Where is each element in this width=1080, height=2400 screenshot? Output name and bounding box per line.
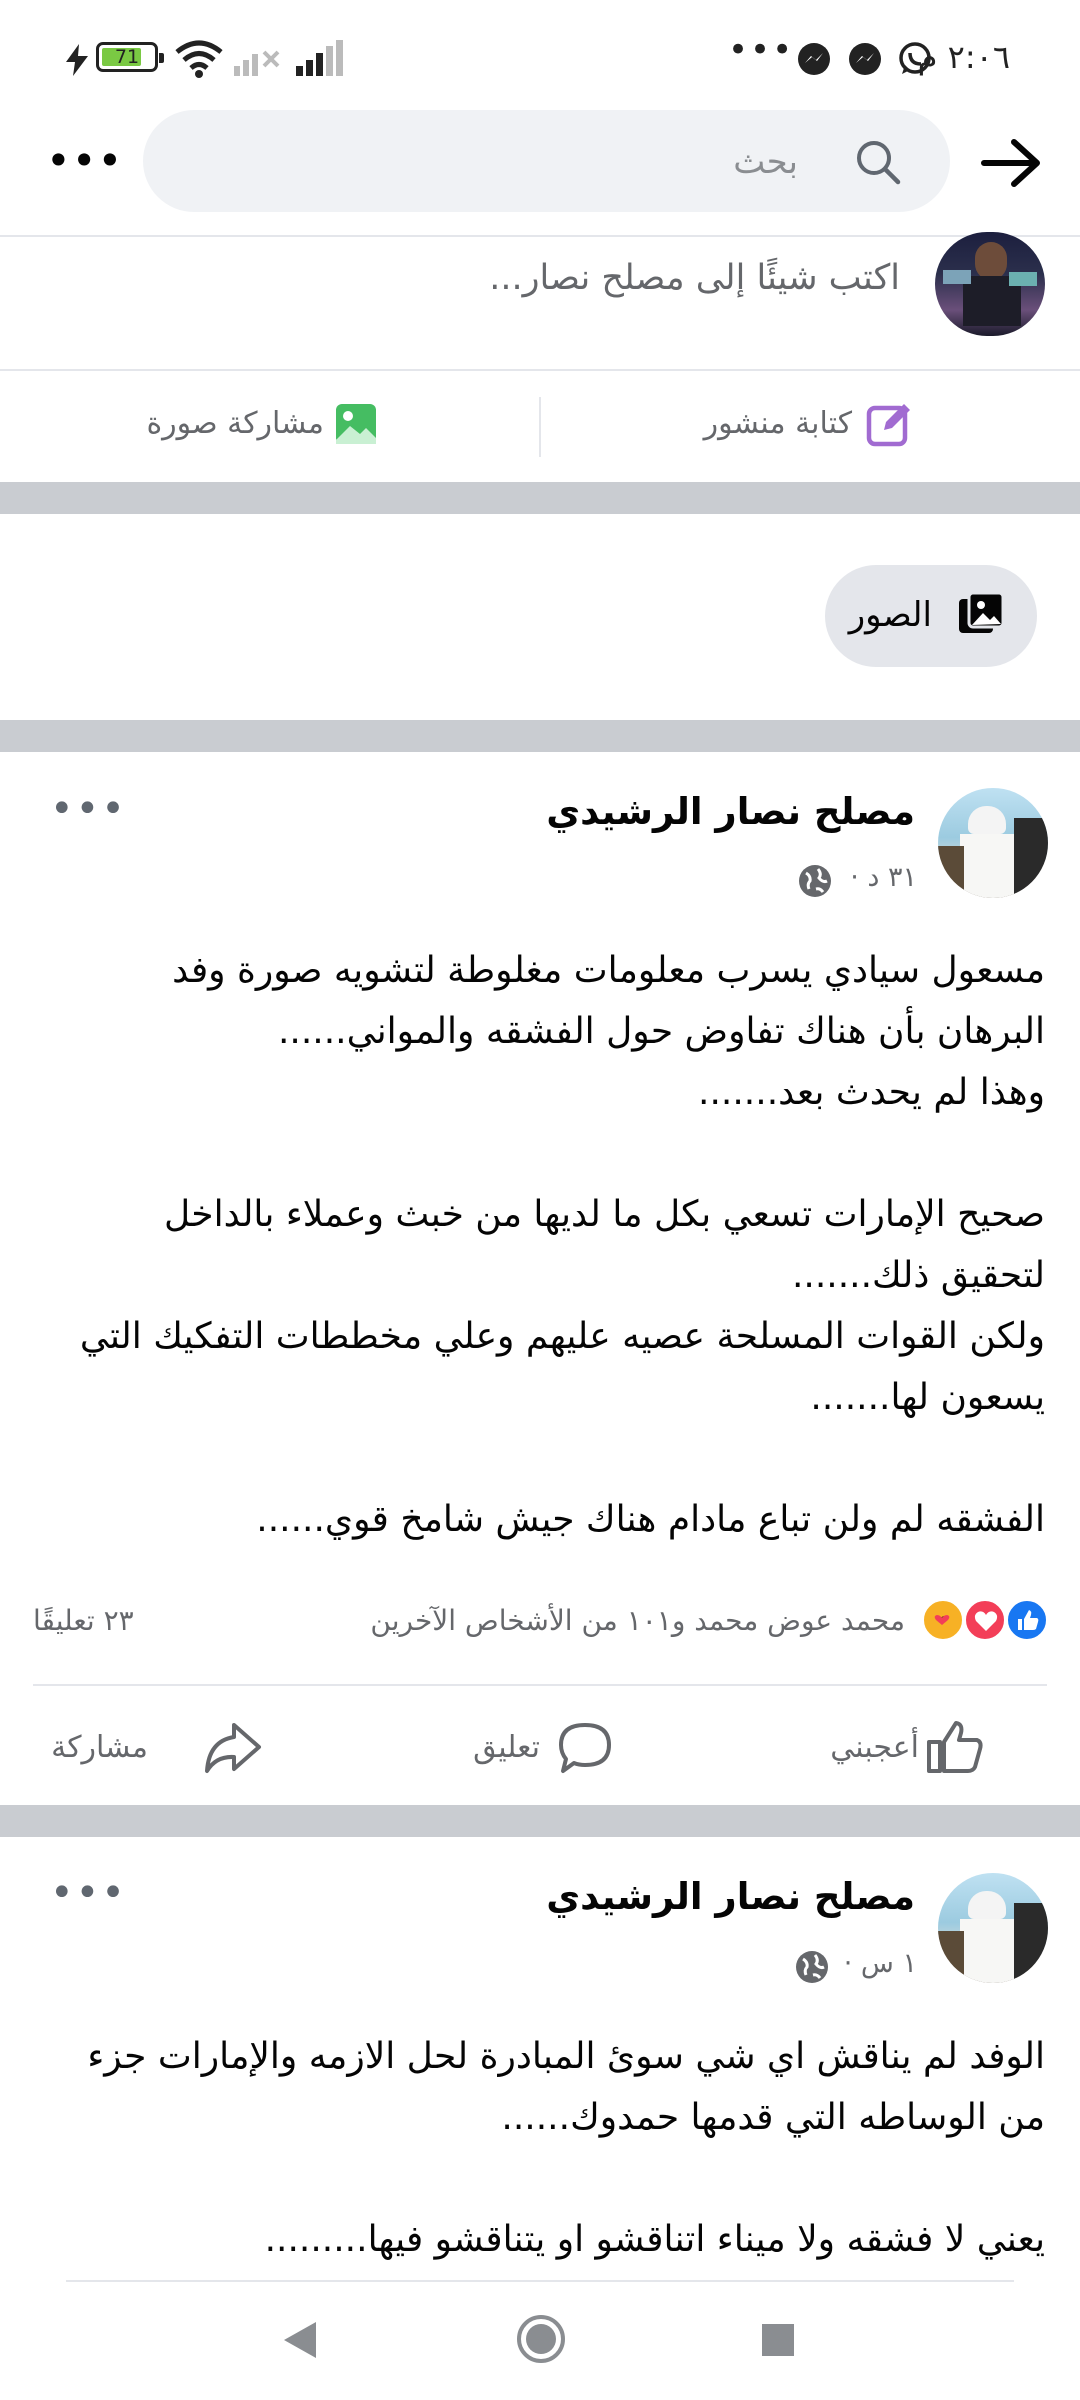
love-reaction-icon (963, 1598, 1007, 1642)
more-options-icon[interactable]: ••• (46, 136, 123, 185)
action-separator (539, 397, 541, 457)
share-label: مشاركة (51, 1730, 148, 1765)
write-post-label: كتابة منشور (703, 406, 852, 441)
home-nav-icon[interactable] (516, 2314, 566, 2364)
post-actions-divider (33, 1684, 1047, 1686)
post-text: الوفد لم يناقش اي شي سوئ المبادرة لحل ال… (87, 2036, 1045, 2260)
comment-button[interactable]: تعليق (360, 1690, 720, 1800)
photos-label: الصور (848, 595, 932, 635)
status-bar: 71 ••• ٢:٠٦ م (0, 0, 1080, 110)
search-input[interactable] (236, 110, 800, 214)
share-button[interactable]: مشاركة (0, 1690, 360, 1800)
composer-divider (0, 369, 1080, 371)
comment-label: تعليق (473, 1730, 540, 1765)
recents-nav-icon[interactable] (760, 2322, 796, 2358)
edit-icon (866, 404, 910, 447)
wifi-icon (175, 40, 223, 78)
clock: ٢:٠٦ م (917, 38, 1010, 76)
more-notifications-icon: ••• (728, 30, 795, 70)
back-nav-icon[interactable] (282, 2320, 318, 2360)
top-app-bar: ••• (0, 110, 1080, 237)
section-divider-2 (0, 720, 1080, 752)
search-bar[interactable] (143, 110, 950, 214)
reactions-summary[interactable]: محمد عوض محمد و١٠١ من الأشخاص الآخرين (370, 1604, 905, 1637)
post-timestamp[interactable]: ١ س · (844, 1948, 917, 1979)
battery-level: 71 (114, 46, 140, 68)
like-icon (927, 1721, 983, 1773)
author-name[interactable]: مصلح نصار الرشيدي (546, 790, 915, 833)
signal-icon (296, 40, 343, 76)
globe-icon (796, 1951, 828, 1983)
share-photo-label: مشاركة صورة (146, 406, 324, 441)
profile-avatar[interactable] (935, 232, 1045, 336)
composer-placeholder[interactable]: اكتب شيئًا إلى مصلح نصار... (489, 258, 900, 298)
like-button[interactable]: أعجبني (720, 1690, 1080, 1800)
messenger-icon (798, 43, 830, 75)
post-options-icon[interactable]: ••• (50, 786, 127, 832)
globe-icon (799, 865, 831, 897)
author-avatar[interactable] (938, 788, 1048, 898)
nav-top-line (66, 2280, 1014, 2282)
section-divider-3 (0, 1805, 1080, 1837)
battery-icon: 71 (96, 42, 164, 72)
signal-off-icon (234, 50, 280, 76)
comment-icon (559, 1723, 611, 1773)
photo-icon (336, 404, 376, 444)
system-navigation-bar (0, 2280, 1080, 2400)
share-photo-button[interactable]: مشاركة صورة (0, 372, 538, 480)
share-icon (205, 1723, 261, 1773)
post-options-icon[interactable]: ••• (50, 1870, 127, 1916)
messenger-icon-2 (849, 43, 881, 75)
search-icon (857, 141, 901, 185)
back-arrow-icon[interactable] (980, 138, 1042, 188)
post-text: مسعول سيادي يسرب معلومات مغلوطة لتشويه ص… (79, 950, 1045, 1540)
post-timestamp[interactable]: ٣١ د · (850, 862, 917, 893)
section-divider (0, 482, 1080, 514)
like-label: أعجبني (830, 1730, 919, 1765)
photos-icon (959, 593, 1005, 633)
write-post-button[interactable]: كتابة منشور (542, 372, 1080, 480)
author-name[interactable]: مصلح نصار الرشيدي (546, 1875, 915, 1918)
charging-icon (66, 44, 88, 76)
like-reaction-icon (1005, 1598, 1049, 1642)
care-reaction-icon (921, 1598, 965, 1642)
author-avatar[interactable] (938, 1873, 1048, 1983)
comment-count[interactable]: ٢٣ تعليقًا (33, 1604, 134, 1637)
photos-chip[interactable]: الصور (825, 565, 1037, 667)
